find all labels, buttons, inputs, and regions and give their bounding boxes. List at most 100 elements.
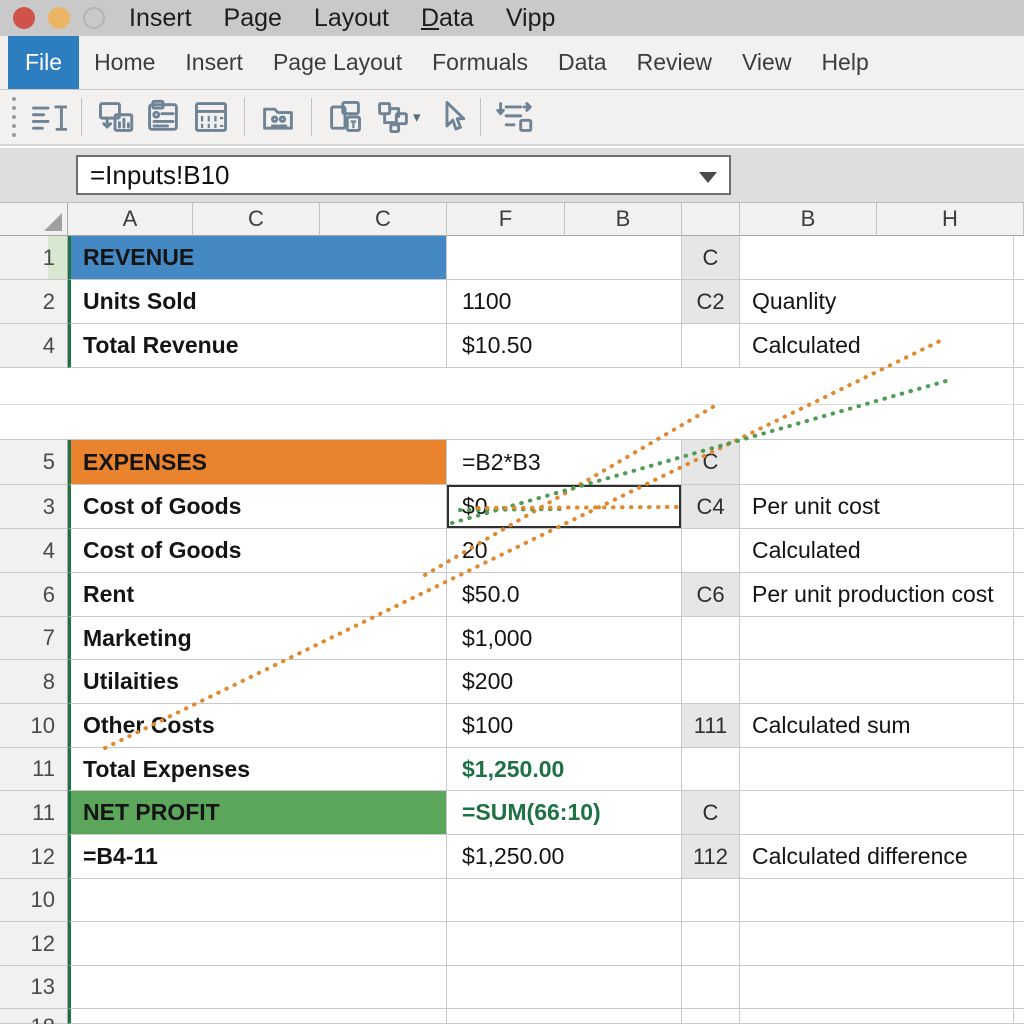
label-cell[interactable]: Total Revenue (68, 324, 447, 368)
tab-view[interactable]: View (727, 36, 806, 89)
tag-cell[interactable]: C (682, 440, 740, 485)
label-cell[interactable] (68, 966, 447, 1009)
menu-item-layout[interactable]: Layout (314, 4, 389, 33)
tag-cell[interactable] (682, 922, 740, 966)
flow-dropdown-icon[interactable] (369, 94, 417, 140)
tag-cell[interactable] (682, 529, 740, 573)
label-cell[interactable]: EXPENSES (68, 440, 447, 485)
form-list-icon[interactable] (139, 94, 187, 140)
selected-value-cell[interactable]: $0 (447, 485, 682, 529)
row-header[interactable]: 6 (0, 573, 68, 617)
row-header[interactable]: 13 (0, 966, 68, 1009)
row-header[interactable]: 8 (0, 660, 68, 704)
column-header-A-0[interactable]: A (68, 203, 193, 236)
tag-cell[interactable]: C2 (682, 280, 740, 324)
tag-cell[interactable]: C6 (682, 573, 740, 617)
row-header[interactable]: 3 (0, 485, 68, 529)
select-all-corner[interactable] (0, 203, 68, 236)
tab-page-layout[interactable]: Page Layout (258, 36, 417, 89)
label-cell[interactable]: REVENUE (68, 236, 447, 280)
tag-cell[interactable] (682, 748, 740, 791)
note-cell[interactable] (740, 791, 1024, 835)
row-header[interactable]: 12 (0, 835, 68, 879)
formula-input[interactable]: =Inputs!B10 (76, 155, 731, 195)
value-cell[interactable]: $100 (447, 704, 682, 748)
column-header-C-2[interactable]: C (320, 203, 447, 236)
label-cell[interactable]: Other Costs (68, 704, 447, 748)
note-cell[interactable] (740, 1009, 1024, 1024)
label-cell[interactable]: Utilaities (68, 660, 447, 704)
note-cell[interactable] (740, 879, 1024, 922)
row-header[interactable]: 1 (0, 236, 68, 280)
value-cell[interactable]: 1100 (447, 280, 682, 324)
number-grid-icon[interactable] (187, 94, 235, 140)
value-cell[interactable] (447, 966, 682, 1009)
note-cell[interactable]: Calculated sum (740, 704, 1024, 748)
tag-cell[interactable]: 112 (682, 835, 740, 879)
tab-formuals[interactable]: Formuals (417, 36, 543, 89)
row-header[interactable]: 4 (0, 529, 68, 573)
value-cell[interactable]: $1,250.00 (447, 748, 682, 791)
column-header-H-7[interactable]: H (877, 203, 1024, 236)
row-header[interactable]: 2 (0, 280, 68, 324)
tag-cell[interactable] (682, 324, 740, 368)
paste-chart-icon[interactable] (91, 94, 139, 140)
column-header-B-4[interactable]: B (565, 203, 682, 236)
value-cell[interactable]: $10.50 (447, 324, 682, 368)
tab-home[interactable]: Home (79, 36, 170, 89)
value-cell[interactable]: $200 (447, 660, 682, 704)
value-cell[interactable]: $1,250.00 (447, 835, 682, 879)
tab-review[interactable]: Review (622, 36, 727, 89)
note-cell[interactable] (740, 966, 1024, 1009)
label-cell[interactable]: Total Expenses (68, 748, 447, 791)
menu-item-page[interactable]: Page (224, 4, 282, 33)
label-cell[interactable] (68, 1009, 447, 1024)
grip-icon[interactable] (12, 97, 16, 137)
formula-dropdown-icon[interactable] (699, 172, 717, 183)
row-header[interactable]: 12 (0, 922, 68, 966)
row-header[interactable]: 7 (0, 617, 68, 660)
column-header-F-3[interactable]: F (447, 203, 565, 236)
value-cell[interactable]: $50.0 (447, 573, 682, 617)
dropdown-caret-icon[interactable]: ▾ (413, 108, 421, 126)
tab-insert[interactable]: Insert (170, 36, 258, 89)
label-cell[interactable]: Units Sold (68, 280, 447, 324)
note-cell[interactable]: Quanlity (740, 280, 1024, 324)
label-cell[interactable]: NET PROFIT (68, 791, 447, 835)
value-cell[interactable]: =B2*B3 (447, 440, 682, 485)
cursor-icon[interactable] (423, 94, 471, 140)
tab-file[interactable]: File (8, 36, 80, 89)
column-header-blank-5[interactable] (682, 203, 740, 236)
value-cell[interactable] (447, 879, 682, 922)
tag-cell[interactable] (682, 966, 740, 1009)
tag-cell[interactable]: C (682, 236, 740, 280)
tag-cell[interactable]: C (682, 791, 740, 835)
label-cell[interactable] (68, 922, 447, 966)
note-cell[interactable]: Per unit production cost (740, 573, 1024, 617)
tab-data[interactable]: Data (543, 36, 622, 89)
tag-cell[interactable] (682, 660, 740, 704)
menu-item-vipp[interactable]: Vipp (506, 4, 556, 33)
value-cell[interactable]: 20 (447, 529, 682, 573)
label-cell[interactable]: Rent (68, 573, 447, 617)
traffic-light-inactive[interactable] (83, 7, 105, 29)
tab-help[interactable]: Help (806, 36, 883, 89)
row-header[interactable]: 10 (0, 879, 68, 922)
list-toggle-icon[interactable] (490, 94, 538, 140)
value-cell[interactable] (447, 1009, 682, 1024)
note-cell[interactable]: Calculated (740, 324, 1024, 368)
note-cell[interactable] (740, 440, 1024, 485)
value-cell[interactable] (447, 922, 682, 966)
row-header[interactable]: 11 (0, 748, 68, 791)
note-cell[interactable]: Calculated (740, 529, 1024, 573)
tag-cell[interactable] (682, 1009, 740, 1024)
value-cell[interactable]: =SUM(66:10) (447, 791, 682, 835)
column-header-C-1[interactable]: C (193, 203, 320, 236)
note-cell[interactable] (740, 748, 1024, 791)
folder-function-icon[interactable] (254, 94, 302, 140)
sort-lines-icon[interactable] (24, 94, 72, 140)
row-header[interactable]: 11 (0, 791, 68, 835)
row-header[interactable]: 4 (0, 324, 68, 368)
note-cell[interactable]: Per unit cost (740, 485, 1024, 529)
tag-cell[interactable]: C4 (682, 485, 740, 529)
